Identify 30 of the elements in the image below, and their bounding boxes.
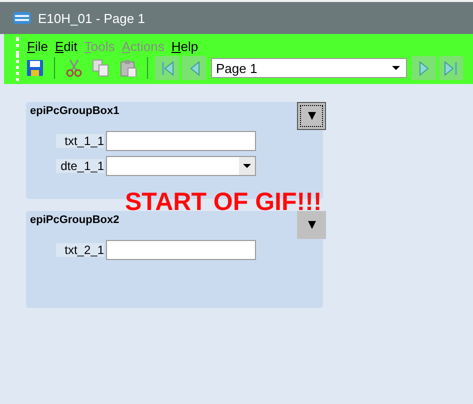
overlay-caption: START OF GIF!!! (125, 188, 322, 217)
first-page-button[interactable] (155, 56, 179, 80)
dropdown-arrow-icon (243, 164, 251, 168)
next-button[interactable] (412, 56, 436, 80)
menu-item[interactable]: File (27, 38, 48, 54)
window-title: E10H_01 - Page 1 (38, 10, 145, 26)
group-title: epiPcGroupBox1 (30, 105, 120, 117)
last-page-button[interactable] (439, 56, 463, 80)
text-field[interactable] (106, 131, 256, 151)
date-field[interactable] (106, 156, 256, 176)
field-label: txt_1_1 (56, 134, 104, 148)
text-field[interactable] (106, 240, 256, 260)
menu-item[interactable]: Help (171, 38, 198, 54)
last-page-icon (442, 59, 460, 77)
field-label: txt_2_1 (56, 243, 104, 257)
menu-item[interactable]: Edit (54, 38, 78, 54)
save-icon (26, 59, 44, 77)
caret-icon (308, 221, 316, 229)
page-dropdown[interactable]: Page 1 (211, 58, 407, 78)
group-title: epiPcGroupBox2 (30, 214, 120, 226)
dropdown-arrow-icon (392, 66, 400, 70)
app-icon (12, 11, 32, 25)
copy-icon (92, 59, 110, 77)
clipboard-icon (119, 59, 137, 77)
collapse-button[interactable] (297, 102, 326, 130)
previous-button[interactable] (182, 56, 206, 80)
collapse-button[interactable] (297, 211, 326, 239)
scissors-icon (65, 59, 83, 77)
caret-icon (308, 112, 316, 120)
field-label: dte_1_1 (56, 159, 104, 173)
